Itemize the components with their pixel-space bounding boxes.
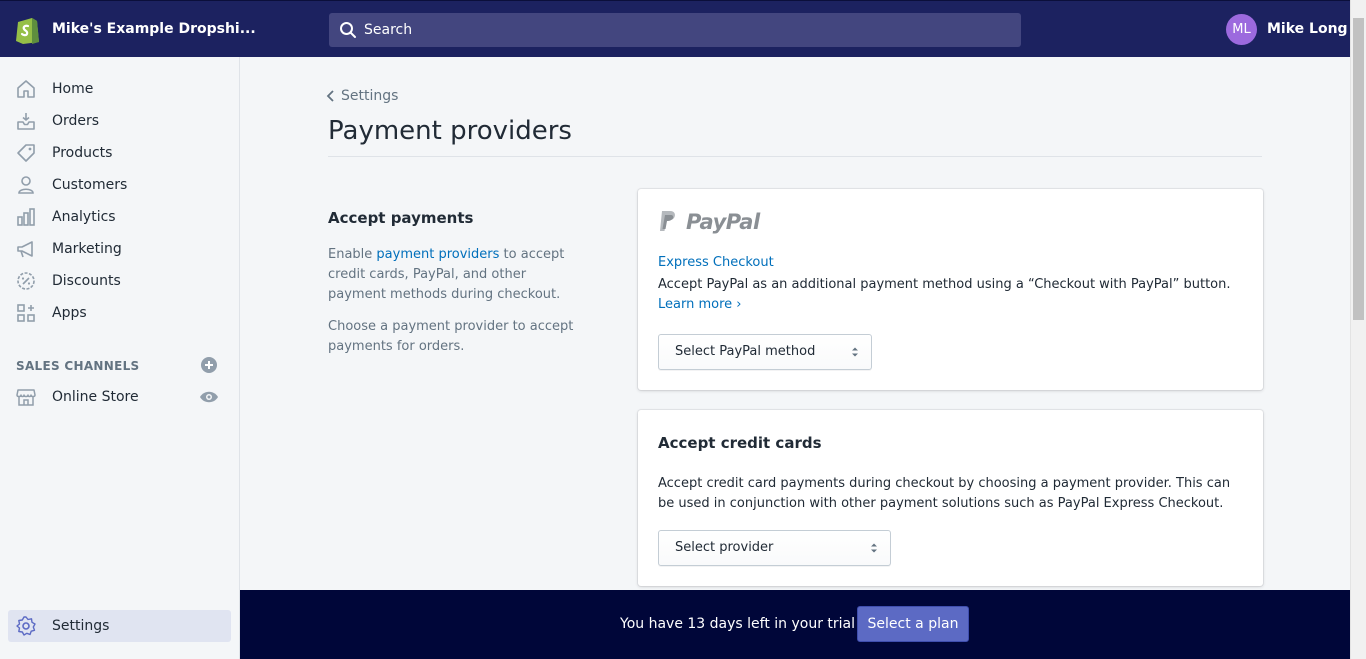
scrollbar-thumb[interactable]: [1353, 18, 1364, 320]
eye-icon[interactable]: [199, 390, 219, 404]
paypal-desc-text: Accept PayPal as an additional payment m…: [658, 277, 1231, 292]
page-title: Payment providers: [328, 116, 572, 146]
choose-provider-description: Choose a payment provider to accept paym…: [328, 319, 574, 354]
bar-chart-icon: [17, 208, 35, 226]
paypal-card: PayPal Express Checkout Accept PayPal as…: [638, 189, 1263, 390]
store-name[interactable]: Mike's Example Dropshi...: [52, 21, 256, 37]
discount-icon: [17, 272, 35, 290]
user-name[interactable]: Mike Long: [1267, 21, 1348, 37]
add-circle-icon[interactable]: [200, 356, 218, 374]
payment-providers-link[interactable]: payment providers: [376, 247, 499, 262]
search-icon: [340, 22, 356, 38]
select-label: Select PayPal method: [675, 344, 816, 359]
provider-select[interactable]: Select provider: [658, 530, 891, 566]
sidebar-item-discounts[interactable]: Discounts: [8, 266, 231, 296]
paypal-logo: PayPal: [658, 208, 763, 236]
sidebar: Home Orders Products Customers Analytics…: [0, 57, 240, 659]
home-icon: [17, 80, 35, 98]
top-bar: Mike's Example Dropshi... Search ML Mike…: [0, 0, 1350, 57]
breadcrumb[interactable]: Settings: [326, 88, 398, 104]
store-icon: [16, 389, 36, 406]
tag-icon: [17, 144, 35, 162]
express-checkout-link[interactable]: Express Checkout: [658, 255, 774, 270]
sidebar-item-label: Analytics: [52, 209, 116, 225]
sidebar-item-settings[interactable]: Settings: [8, 610, 231, 642]
scrollbar[interactable]: [1350, 0, 1366, 659]
sidebar-item-customers[interactable]: Customers: [8, 170, 231, 200]
sidebar-item-label: Apps: [52, 305, 87, 321]
avatar[interactable]: ML: [1226, 14, 1257, 45]
sidebar-item-marketing[interactable]: Marketing: [8, 234, 231, 264]
select-caret-icon: [852, 347, 858, 357]
sidebar-item-products[interactable]: Products: [8, 138, 231, 168]
chevron-left-icon: [326, 90, 334, 102]
paypal-p-icon: [660, 211, 675, 231]
sidebar-item-label: Orders: [52, 113, 100, 129]
trial-text: You have 13 days left in your trial: [620, 616, 856, 632]
sidebar-item-label: Home: [52, 81, 94, 97]
sidebar-item-label: Marketing: [52, 241, 122, 257]
apps-icon: [17, 304, 35, 322]
desc-text: Enable: [328, 247, 377, 262]
megaphone-icon: [17, 241, 33, 258]
sales-channels-heading: SALES CHANNELS: [16, 359, 140, 373]
paypal-description: Accept PayPal as an additional payment m…: [658, 275, 1248, 315]
credit-cards-card: Accept credit cards Accept credit card p…: [638, 410, 1263, 586]
sidebar-item-analytics[interactable]: Analytics: [8, 202, 231, 232]
sidebar-item-online-store[interactable]: Online Store: [8, 382, 231, 412]
credit-cards-title: Accept credit cards: [658, 434, 822, 452]
select-caret-icon: [871, 543, 877, 553]
sidebar-item-apps[interactable]: Apps: [8, 298, 231, 328]
sidebar-item-label: Products: [52, 145, 113, 161]
search-input[interactable]: Search: [329, 13, 1021, 47]
trial-banner: You have 13 days left in your trial Sele…: [240, 590, 1350, 659]
shopify-logo-icon[interactable]: [15, 15, 40, 44]
breadcrumb-label: Settings: [341, 88, 399, 104]
sidebar-item-orders[interactable]: Orders: [8, 106, 231, 136]
sidebar-item-label: Customers: [52, 177, 128, 193]
credit-cards-description: Accept credit card payments during check…: [658, 476, 1231, 511]
sidebar-item-home[interactable]: Home: [8, 74, 231, 104]
sidebar-item-label: Discounts: [52, 273, 121, 289]
sidebar-item-label: Settings: [52, 618, 110, 634]
sidebar-item-label: Online Store: [52, 389, 139, 405]
learn-more-link[interactable]: Learn more ›: [658, 297, 741, 312]
title-divider: [328, 156, 1262, 157]
gear-icon: [16, 616, 36, 636]
orders-icon: [17, 113, 35, 130]
select-label: Select provider: [675, 540, 774, 555]
paypal-method-select[interactable]: Select PayPal method: [658, 334, 872, 370]
paypal-wordmark: PayPal: [686, 210, 760, 234]
accept-payments-title: Accept payments: [328, 209, 474, 227]
select-plan-button[interactable]: Select a plan: [857, 606, 969, 642]
accept-payments-description: Enable payment providers to accept credi…: [328, 245, 588, 305]
search-placeholder: Search: [364, 22, 413, 38]
person-icon: [18, 176, 34, 194]
